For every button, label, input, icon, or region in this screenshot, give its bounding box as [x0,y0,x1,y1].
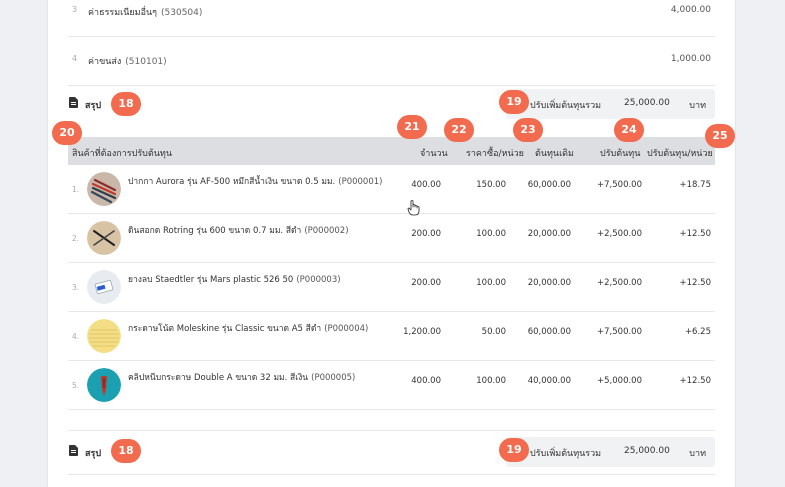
cell-price: 100.00 [476,278,506,288]
annotation-badge-product-col: 20 [52,121,82,145]
expense-row-number: 3 [72,5,78,14]
row-number: 1. [72,185,80,194]
cell-adj-cost: +2,500.00 [597,278,642,288]
total-adjustment-value: 25,000.00 [624,446,670,456]
summary-label: สรุป [85,101,102,111]
annotation-badge-qty-col: 21 [397,115,427,139]
cell-qty: 200.00 [411,278,441,288]
cell-orig-cost: 40,000.00 [527,376,571,386]
cell-qty: 400.00 [411,376,441,386]
row-number: 2. [72,234,80,243]
expense-row-name: ค่าธรรมเนียมอื่นๆ (530504) [88,8,203,18]
cell-orig-cost: 20,000.00 [527,278,571,288]
document-icon [69,97,78,108]
cell-qty: 1,200.00 [403,327,441,337]
product-row[interactable]: 4. กระดาษโน้ต Moleskine รุ่น Classic ขนา… [68,312,715,361]
header-adj-cost: ปรับต้นทุน [600,149,641,159]
header-orig-cost: ต้นทุนเดิม [535,149,574,159]
header-price: ราคาซื้อ/หน่วย [466,149,524,159]
cell-adj-per-unit: +12.50 [679,376,711,386]
divider [68,430,715,431]
cell-qty: 400.00 [411,180,441,190]
expense-row-name: ค่าขนส่ง (510101) [88,57,167,67]
expense-row-amount: 1,000.00 [670,54,711,64]
annotation-badge-total: 19 [499,90,529,114]
total-adjustment-label: ปรับเพิ่มต้นทุนรวม [530,449,602,459]
total-adjustment-box: ปรับเพิ่มต้นทุนรวม 25,000.00 บาท [506,437,715,467]
row-number: 5. [72,381,80,390]
cell-orig-cost: 60,000.00 [527,180,571,190]
hand-cursor-icon [407,200,420,216]
annotation-badge-total-bottom: 19 [499,438,529,462]
summary-bar-bottom: สรุป ปรับเพิ่มต้นทุนรวม 25,000.00 บาท [68,437,715,467]
annotation-badge-per-unit-col: 25 [705,124,735,148]
product-row[interactable]: 1. ปากกา Aurora รุ่น AF-500 หมึกสีน้ำเงิ… [68,165,715,214]
cell-adj-per-unit: +12.50 [679,278,711,288]
cell-adj-cost: +7,500.00 [597,327,642,337]
annotation-badge-adj-col: 24 [614,118,644,142]
total-adjustment-label: ปรับเพิ่มต้นทุนรวม [530,101,602,111]
cell-adj-per-unit: +6.25 [684,327,711,337]
summary-bar-top: สรุป ปรับเพิ่มต้นทุนรวม 25,000.00 บาท [68,89,715,119]
expense-row-number: 4 [72,54,78,63]
cell-price: 50.00 [481,327,506,337]
annotation-badge-price-col: 22 [444,118,474,142]
product-row[interactable]: 5. คลิปหนีบกระดาษ Double A ขนาด 32 มม. ส… [68,361,715,410]
cell-orig-cost: 20,000.00 [527,229,571,239]
header-qty: จำนวน [420,149,448,159]
expense-row: 4 ค่าขนส่ง (510101) 1,000.00 [68,37,715,86]
expense-row: 3 ค่าธรรมเนียมอื่นๆ (530504) 4,000.00 [68,0,715,37]
cell-adj-per-unit: +12.50 [679,229,711,239]
total-adjustment-value: 25,000.00 [624,98,670,108]
cell-price: 100.00 [476,376,506,386]
cell-qty: 200.00 [411,229,441,239]
product-thumbnail [87,270,121,304]
row-number: 3. [72,283,80,292]
divider [68,474,715,475]
header-adj-per-unit: ปรับต้นทุน/หน่วย [647,149,713,159]
cell-price: 150.00 [476,180,506,190]
product-name: กระดาษโน้ต Moleskine รุ่น Classic ขนาด A… [128,324,369,334]
annotation-badge-summary: 18 [111,92,141,116]
cell-adj-cost: +5,000.00 [597,376,642,386]
product-name: คลิปหนีบกระดาษ Double A ขนาด 32 มม. สีเง… [128,373,356,383]
cell-adj-cost: +7,500.00 [597,180,642,190]
product-name: ปากกา Aurora รุ่น AF-500 หมึกสีน้ำเงิน ข… [128,177,383,187]
product-row[interactable]: 3. ยางลบ Staedtler รุ่น Mars plastic 526… [68,263,715,312]
product-thumbnail [87,172,121,206]
cell-orig-cost: 60,000.00 [527,327,571,337]
cell-adj-cost: +2,500.00 [597,229,642,239]
expense-row-amount: 4,000.00 [670,5,711,15]
total-adjustment-box: ปรับเพิ่มต้นทุนรวม 25,000.00 บาท [506,89,715,119]
product-table-header: สินค้าที่ต้องการปรับต้นทุน จำนวน ราคาซื้… [68,137,715,165]
currency-unit: บาท [689,101,706,111]
currency-unit: บาท [689,449,706,459]
cell-price: 100.00 [476,229,506,239]
row-number: 4. [72,332,80,341]
product-thumbnail [87,221,121,255]
product-name: ยางลบ Staedtler รุ่น Mars plastic 526 50… [128,275,341,285]
cell-adj-per-unit: +18.75 [679,180,711,190]
product-row[interactable]: 2. ดินสอกด Rotring รุ่น 600 ขนาด 0.7 มม.… [68,214,715,263]
product-name: ดินสอกด Rotring รุ่น 600 ขนาด 0.7 มม. สี… [128,226,349,236]
document-icon [69,445,78,456]
product-thumbnail [87,368,121,402]
header-product: สินค้าที่ต้องการปรับต้นทุน [72,149,172,159]
cost-adjustment-card: 3 ค่าธรรมเนียมอื่นๆ (530504) 4,000.00 4 ค… [47,0,736,487]
annotation-badge-summary-bottom: 18 [111,439,141,463]
summary-label: สรุป [85,449,102,459]
annotation-badge-orig-col: 23 [513,118,543,142]
product-thumbnail [87,319,121,353]
